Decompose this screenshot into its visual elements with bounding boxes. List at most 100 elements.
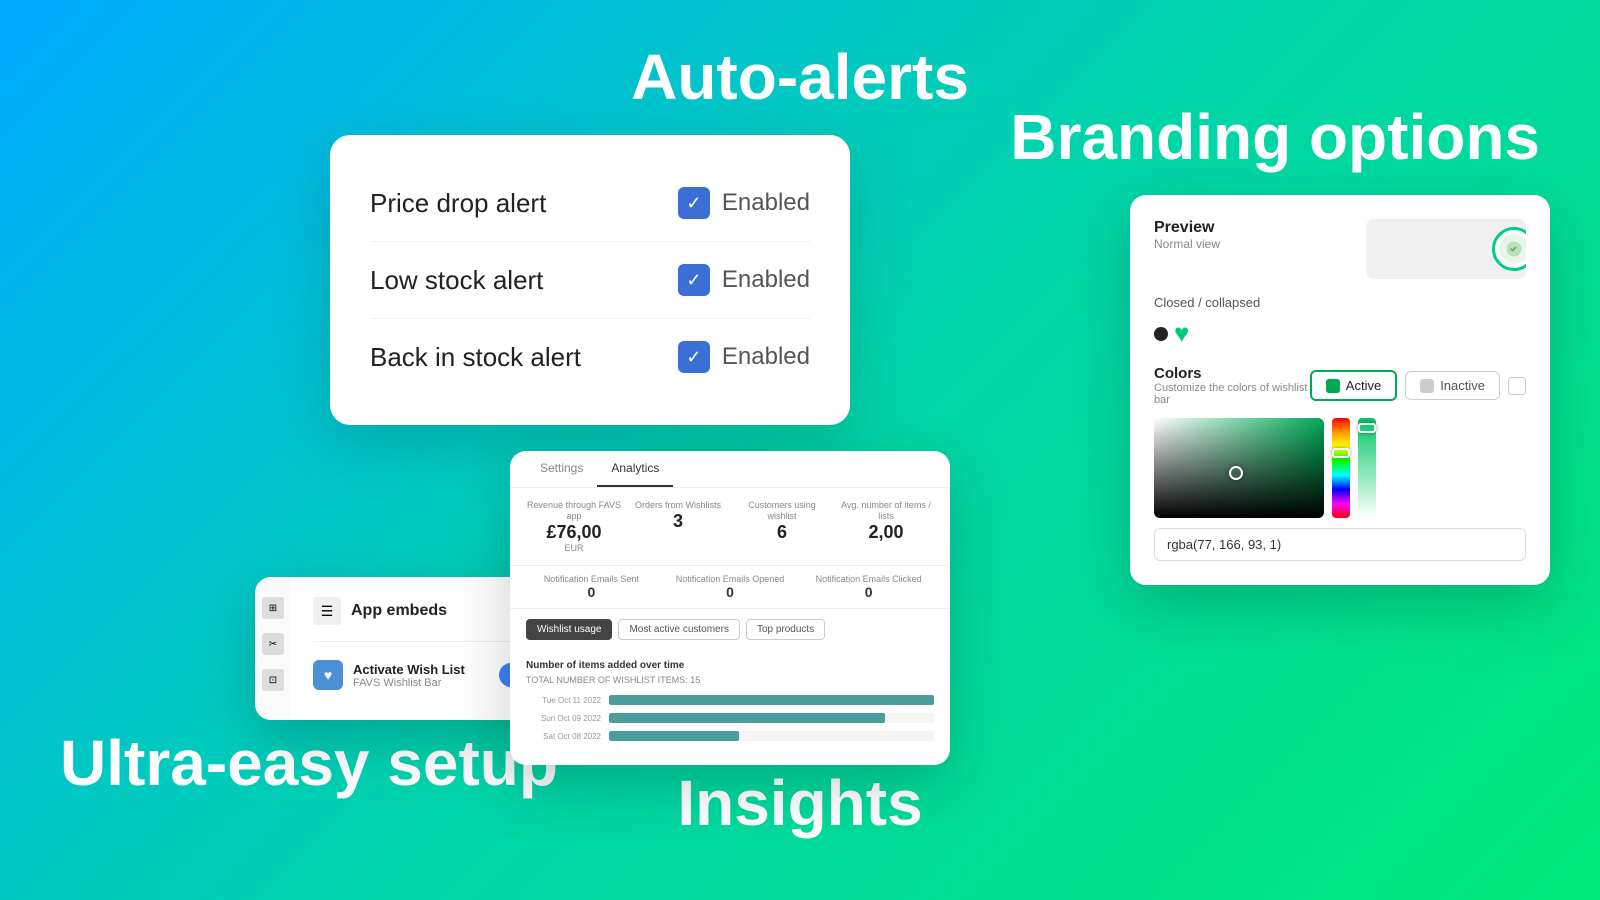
hero-ultra-easy-setup: Ultra-easy setup: [60, 726, 558, 800]
chart-bar-row-3: Sat Oct 08 2022: [526, 731, 934, 741]
color-buttons: Active Inactive: [1310, 370, 1526, 401]
preview-sub: Normal view: [1154, 237, 1366, 251]
color-checkbox[interactable]: [1508, 377, 1526, 395]
low-stock-label: Low stock alert: [370, 265, 543, 296]
stat-revenue: Revenue through FAVS app £76,00 EUR: [526, 500, 622, 553]
embeds-header-icon: ☰: [313, 597, 341, 625]
back-in-stock-label: Back in stock alert: [370, 342, 581, 373]
stat-orders-value: 3: [630, 511, 726, 532]
stat-customers-label: Customers using wishlist: [734, 500, 830, 522]
chart-bar-1: [609, 695, 934, 705]
analytics-filter-tabs: Wishlist usage Most active customers Top…: [510, 609, 950, 650]
chart-subtitle: TOTAL NUMBER OF WISHLIST ITEMS: 15: [526, 675, 934, 685]
analytics-stats: Revenue through FAVS app £76,00 EUR Orde…: [510, 488, 950, 566]
small-dot-icon: [1154, 327, 1168, 341]
auto-alerts-card: Price drop alert ✓ Enabled Low stock ale…: [330, 135, 850, 425]
chart-bar-container-3: [609, 731, 934, 741]
email-clicked: Notification Emails Clicked 0: [803, 574, 934, 600]
low-stock-enabled: Enabled: [722, 266, 810, 294]
email-opened-label: Notification Emails Opened: [665, 574, 796, 584]
heart-icon: ♥: [1174, 318, 1189, 349]
back-in-stock-status: ✓ Enabled: [678, 341, 810, 373]
low-stock-status: ✓ Enabled: [678, 264, 810, 296]
price-drop-status: ✓ Enabled: [678, 187, 810, 219]
chart-bar-row-1: Tue Oct 11 2022: [526, 695, 934, 705]
embeds-item: ♥ Activate Wish List FAVS Wishlist Bar: [313, 650, 543, 700]
embeds-header: ☰ App embeds: [313, 597, 543, 625]
hero-insights: Insights: [677, 766, 922, 840]
hero-branding-options: Branding options: [1010, 100, 1540, 174]
stat-avg-items: Avg. number of items / lists 2,00: [838, 500, 934, 553]
email-sent: Notification Emails Sent 0: [526, 574, 657, 600]
branding-card: Preview Normal view Closed / collapsed ♥…: [1130, 195, 1550, 585]
chart-bar-container-2: [609, 713, 934, 723]
email-clicked-label: Notification Emails Clicked: [803, 574, 934, 584]
color-active-button[interactable]: Active: [1310, 370, 1397, 401]
heart-icon-area: ♥: [1154, 318, 1526, 349]
chart-title: Number of items added over time: [526, 660, 934, 671]
stat-revenue-label: Revenue through FAVS app: [526, 500, 622, 522]
colors-sub: Customize the colors of wishlist bar: [1154, 382, 1310, 406]
alpha-slider[interactable]: [1358, 418, 1376, 518]
hero-auto-alerts: Auto-alerts: [631, 40, 969, 114]
hue-slider-dot[interactable]: [1332, 448, 1350, 458]
chart-date-3: Sat Oct 08 2022: [526, 732, 601, 741]
sidebar-icon-tool: ✂: [262, 633, 284, 655]
filter-tab-most-active[interactable]: Most active customers: [618, 619, 739, 640]
color-value-input[interactable]: [1154, 528, 1526, 561]
email-opened: Notification Emails Opened 0: [665, 574, 796, 600]
filter-tab-top-products[interactable]: Top products: [746, 619, 825, 640]
preview-label-group: Preview Normal view: [1154, 219, 1366, 251]
preview-logo-inner: [1499, 234, 1526, 264]
alpha-slider-dot[interactable]: [1358, 423, 1376, 433]
low-stock-alert-row: Low stock alert ✓ Enabled: [370, 242, 810, 319]
embeds-item-sub: FAVS Wishlist Bar: [353, 677, 489, 689]
chart-section: Number of items added over time TOTAL NU…: [510, 650, 950, 765]
email-clicked-value: 0: [803, 584, 934, 600]
embeds-title: App embeds: [351, 602, 447, 620]
chart-date-1: Tue Oct 11 2022: [526, 696, 601, 705]
stat-customers-value: 6: [734, 522, 830, 543]
preview-logo-circle: [1492, 227, 1526, 271]
email-sent-label: Notification Emails Sent: [526, 574, 657, 584]
analytics-emails: Notification Emails Sent 0 Notification …: [510, 566, 950, 609]
colors-header: Colors Customize the colors of wishlist …: [1154, 365, 1526, 406]
color-inactive-label: Inactive: [1440, 378, 1485, 393]
analytics-card: Settings Analytics Revenue through FAVS …: [510, 451, 950, 765]
tab-analytics[interactable]: Analytics: [597, 451, 673, 487]
price-drop-enabled: Enabled: [722, 189, 810, 217]
email-opened-value: 0: [665, 584, 796, 600]
analytics-tabs: Settings Analytics: [510, 451, 950, 488]
colors-section: Colors Customize the colors of wishlist …: [1154, 365, 1526, 406]
sidebar-icon-apps: ⊡: [262, 669, 284, 691]
embeds-item-name: Activate Wish List: [353, 662, 489, 677]
stat-revenue-value: £76,00: [526, 522, 622, 543]
email-sent-value: 0: [526, 584, 657, 600]
stat-orders-label: Orders from Wishlists: [630, 500, 726, 511]
color-picker-area: [1154, 418, 1526, 518]
price-drop-checkbox[interactable]: ✓: [678, 187, 710, 219]
filter-tab-wishlist-usage[interactable]: Wishlist usage: [526, 619, 612, 640]
tab-settings[interactable]: Settings: [526, 451, 597, 487]
embeds-item-divider: ♥ Activate Wish List FAVS Wishlist Bar: [313, 641, 543, 700]
stat-customers: Customers using wishlist 6: [734, 500, 830, 553]
price-drop-label: Price drop alert: [370, 188, 546, 219]
hue-slider[interactable]: [1332, 418, 1350, 518]
color-inactive-button[interactable]: Inactive: [1405, 371, 1500, 400]
chart-bar-2: [609, 713, 885, 723]
stat-avg-items-value: 2,00: [838, 522, 934, 543]
preview-image: [1366, 219, 1526, 279]
sidebar-icons: ⊞ ✂ ⊡: [255, 577, 291, 720]
chart-bar-container-1: [609, 695, 934, 705]
back-in-stock-checkbox[interactable]: ✓: [678, 341, 710, 373]
gradient-picker-dot[interactable]: [1229, 466, 1243, 480]
low-stock-checkbox[interactable]: ✓: [678, 264, 710, 296]
price-drop-alert-row: Price drop alert ✓ Enabled: [370, 165, 810, 242]
embeds-item-text: Activate Wish List FAVS Wishlist Bar: [353, 662, 489, 689]
color-dot-inactive: [1420, 379, 1434, 393]
preview-title: Preview: [1154, 219, 1366, 237]
chart-bar-row-2: Sun Oct 09 2022: [526, 713, 934, 723]
color-gradient-picker[interactable]: [1154, 418, 1324, 518]
back-in-stock-enabled: Enabled: [722, 343, 810, 371]
chart-date-2: Sun Oct 09 2022: [526, 714, 601, 723]
